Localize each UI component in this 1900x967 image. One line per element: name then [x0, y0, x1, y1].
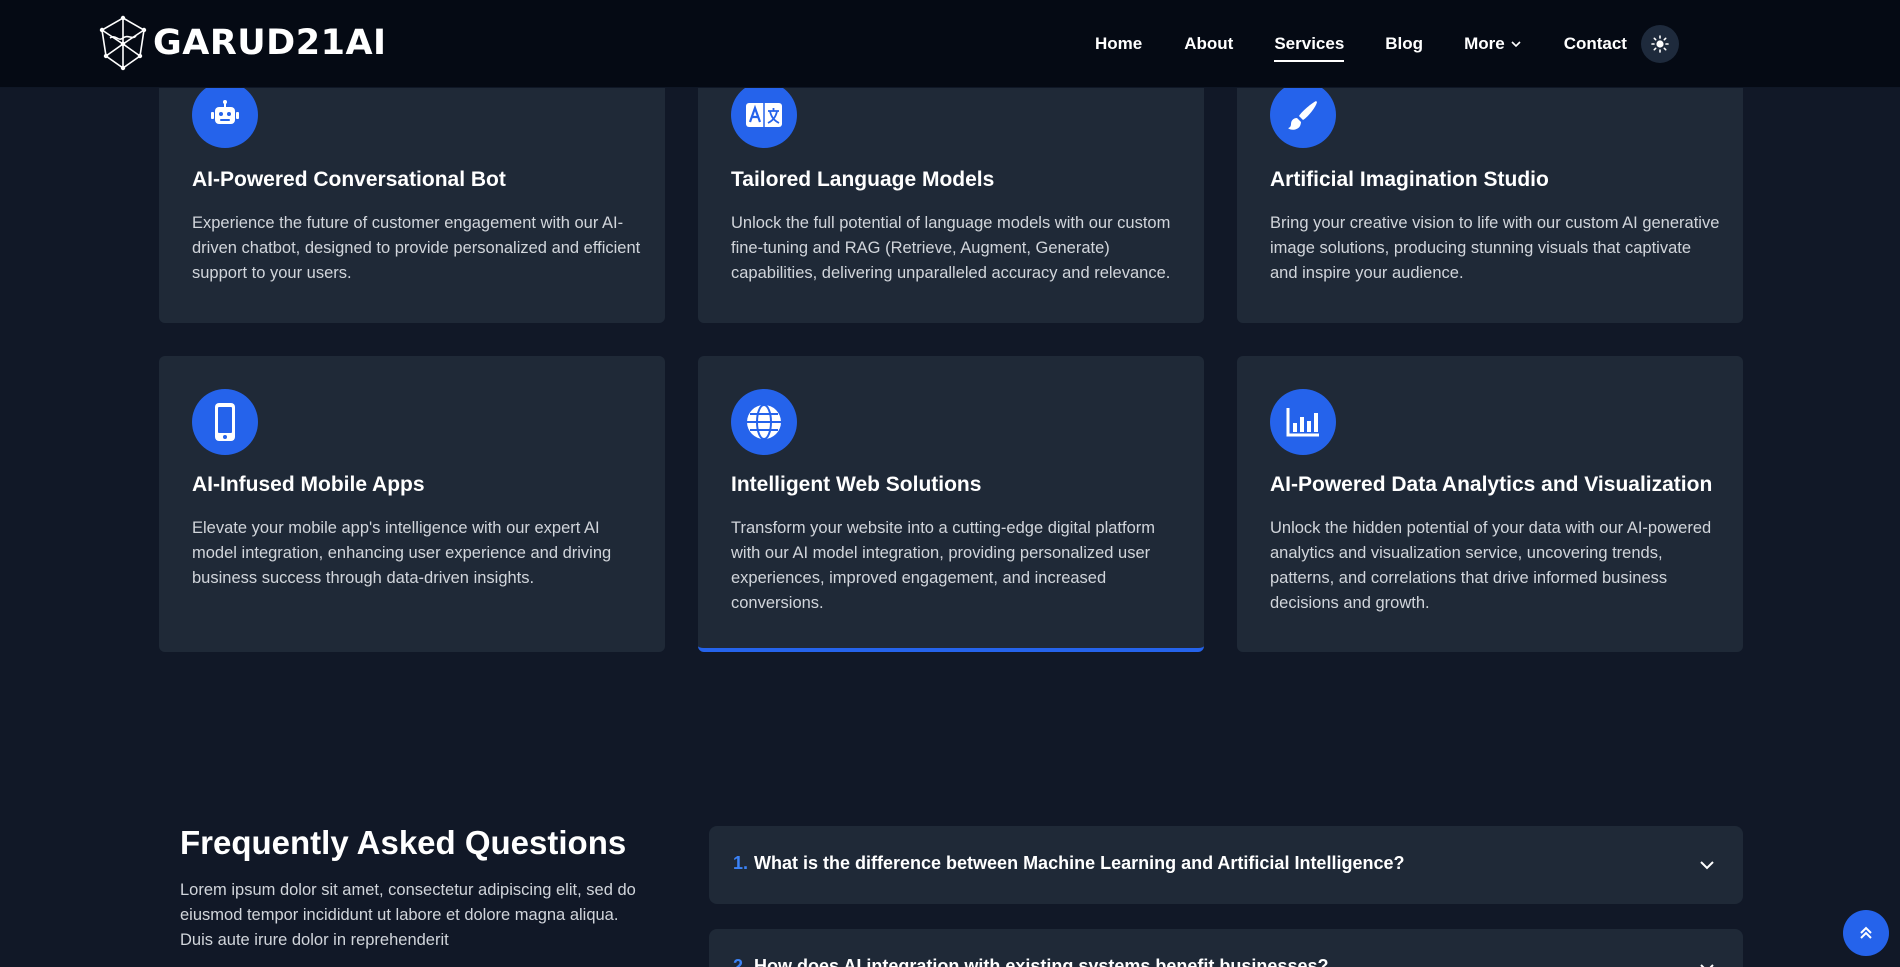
- service-title: Intelligent Web Solutions: [731, 473, 982, 496]
- faq-intro: Lorem ipsum dolor sit amet, consectetur …: [180, 881, 636, 949]
- service-card[interactable]: Tailored Language Models Unlock the full…: [698, 60, 1204, 323]
- service-icon-badge: [1270, 389, 1336, 455]
- mobile-phone-icon: [215, 403, 235, 441]
- service-card-active[interactable]: Intelligent Web Solutions Transform your…: [698, 356, 1204, 652]
- nav-blog[interactable]: Blog: [1385, 34, 1423, 54]
- service-title: Artificial Imagination Studio: [1270, 168, 1549, 191]
- faq-heading-light: Frequently Asked: [180, 824, 465, 861]
- service-description: Experience the future of customer engage…: [192, 214, 641, 282]
- service-card[interactable]: AI-Infused Mobile Apps Elevate your mobi…: [159, 356, 665, 652]
- nav-contact[interactable]: Contact: [1564, 34, 1627, 54]
- faq-question: 1. What is the difference between Machine…: [733, 853, 1404, 874]
- chevron-down-icon[interactable]: [1699, 960, 1715, 967]
- service-card[interactable]: AI-Powered Conversational Bot Experience…: [159, 60, 665, 323]
- faq-question-text: What is the difference between Machine L…: [754, 853, 1405, 873]
- service-icon-badge: [731, 389, 797, 455]
- faq-question: 2. How does AI integration with existing …: [733, 956, 1328, 967]
- nav-about[interactable]: About: [1184, 34, 1233, 54]
- translate-icon: [746, 103, 782, 127]
- chevron-down-icon: [1511, 41, 1521, 48]
- brand[interactable]: GARUD21AI: [96, 14, 387, 72]
- service-card[interactable]: Artificial Imagination Studio Bring your…: [1237, 60, 1743, 323]
- faq-heading: Frequently Asked Questions: [180, 824, 626, 862]
- faq-number: 2.: [733, 956, 749, 967]
- brand-name: GARUD21AI: [153, 23, 387, 63]
- service-title: Tailored Language Models: [731, 168, 995, 191]
- service-title: AI-Powered Data Analytics and Visualizat…: [1270, 473, 1713, 496]
- robot-icon: [211, 100, 239, 124]
- faq-heading-bold: Questions: [464, 824, 627, 861]
- chevron-down-icon[interactable]: [1699, 857, 1715, 873]
- service-description: Bring your creative vision to life with …: [1270, 214, 1720, 282]
- page: GARUD21AI Home About Services Blog More …: [0, 0, 1900, 967]
- faq-item[interactable]: 2. How does AI integration with existing …: [709, 929, 1743, 967]
- service-description: Elevate your mobile app's intelligence w…: [192, 519, 612, 587]
- service-icon-badge: [192, 82, 258, 148]
- service-icon-badge: [731, 82, 797, 148]
- nav-services[interactable]: Services: [1274, 34, 1344, 62]
- faq-number: 1.: [733, 853, 749, 873]
- service-title: AI-Infused Mobile Apps: [192, 473, 425, 496]
- globe-icon: [747, 404, 781, 440]
- site-header: GARUD21AI Home About Services Blog More …: [0, 0, 1900, 88]
- service-icon-badge: [1270, 82, 1336, 148]
- double-chevron-up-icon: [1860, 926, 1872, 939]
- service-description: Unlock the full potential of language mo…: [731, 214, 1171, 282]
- service-icon-badge: [192, 389, 258, 455]
- service-title: AI-Powered Conversational Bot: [192, 168, 506, 191]
- faq-item[interactable]: 1. What is the difference between Machine…: [709, 826, 1743, 904]
- nav-more[interactable]: More: [1464, 34, 1522, 54]
- nav-more-label: More: [1464, 34, 1505, 53]
- garuda-logo-icon: [99, 15, 147, 71]
- theme-toggle-button[interactable]: [1641, 25, 1679, 63]
- main-nav: Home About Services Blog More Contact: [1095, 0, 1627, 88]
- paintbrush-icon: [1288, 101, 1317, 130]
- faq-question-text: How does AI integration with existing sy…: [754, 956, 1329, 967]
- service-description: Transform your website into a cutting-ed…: [731, 519, 1156, 612]
- nav-home[interactable]: Home: [1095, 34, 1142, 54]
- scroll-to-top-button[interactable]: [1843, 910, 1889, 956]
- service-description: Unlock the hidden potential of your data…: [1270, 519, 1712, 612]
- service-card[interactable]: AI-Powered Data Analytics and Visualizat…: [1237, 356, 1743, 652]
- sun-icon: [1651, 35, 1669, 53]
- bar-chart-icon: [1286, 408, 1319, 437]
